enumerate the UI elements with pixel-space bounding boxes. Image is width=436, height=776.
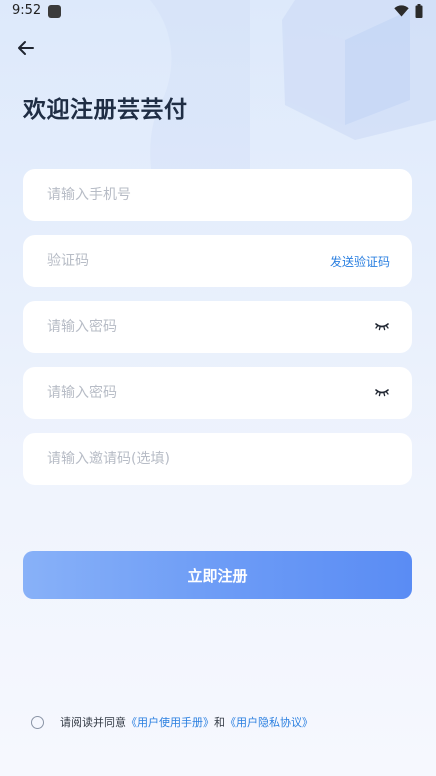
agreement-prefix: 请阅读并同意	[60, 716, 126, 729]
invite-code-input[interactable]	[23, 433, 412, 485]
password-input[interactable]	[23, 301, 412, 353]
status-bar: 9:52	[0, 0, 436, 24]
send-code-button[interactable]: 发送验证码	[330, 253, 390, 270]
invite-code-field	[23, 433, 412, 485]
eye-closed-icon[interactable]	[374, 386, 390, 398]
verification-code-field: 发送验证码	[23, 235, 412, 287]
privacy-policy-link[interactable]: 《用户隐私协议》	[225, 716, 313, 729]
arrow-left-icon	[18, 41, 34, 55]
back-button[interactable]	[14, 36, 38, 60]
confirm-password-input[interactable]	[23, 367, 412, 419]
page-title: 欢迎注册芸芸付	[23, 97, 188, 123]
phone-input[interactable]	[23, 169, 412, 221]
wifi-icon	[394, 5, 409, 17]
eye-closed-icon[interactable]	[374, 320, 390, 332]
notification-app-icon	[48, 5, 61, 18]
password-field	[23, 301, 412, 353]
battery-icon	[415, 4, 423, 18]
status-time: 9:52	[12, 3, 42, 18]
agreement-text: 请阅读并同意《用户使用手册》和《用户隐私协议》	[60, 714, 313, 730]
agreement-row: 请阅读并同意《用户使用手册》和《用户隐私协议》	[31, 713, 313, 731]
phone-field	[23, 169, 412, 221]
confirm-password-field	[23, 367, 412, 419]
agreement-and: 和	[214, 716, 225, 729]
user-manual-link[interactable]: 《用户使用手册》	[126, 716, 214, 729]
agreement-radio[interactable]	[31, 715, 44, 729]
register-button[interactable]: 立即注册	[23, 551, 412, 599]
